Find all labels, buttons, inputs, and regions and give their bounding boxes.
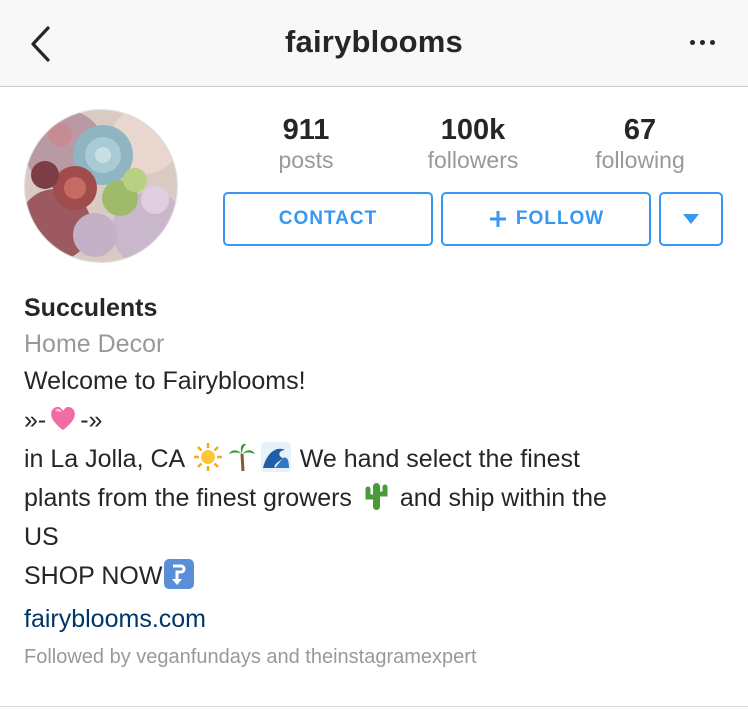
following-count[interactable]: 67 following [560, 114, 720, 174]
arrow-curving-down-icon [164, 559, 195, 589]
profile-bio: Succulents Home Decor Welcome to Fairybl… [24, 290, 724, 673]
succulent-bouquet-image [25, 110, 177, 262]
bio-shop-text: SHOP NOW [24, 562, 163, 590]
contact-button-label: CONTACT [278, 208, 378, 229]
posts-count[interactable]: 911 posts [226, 114, 386, 174]
suggested-accounts-dropdown-button[interactable] [659, 192, 723, 246]
divider-right-text: -» [80, 406, 103, 434]
posts-count-value: 911 [282, 114, 330, 146]
profile-avatar[interactable] [24, 109, 178, 263]
bio-description-line4: US [24, 523, 59, 551]
profile-display-name: Succulents [24, 294, 158, 322]
plus-icon [489, 211, 506, 227]
sun-icon [193, 443, 222, 471]
website-link[interactable]: fairyblooms.com [24, 601, 724, 637]
caret-down-icon [683, 214, 699, 224]
following-count-value: 67 [623, 114, 657, 146]
posts-count-label: posts [278, 147, 334, 173]
more-options-button[interactable] [682, 30, 722, 54]
cactus-icon [365, 483, 388, 510]
top-nav-bar: fairyblooms [0, 0, 748, 87]
pink-heart-icon [51, 406, 76, 430]
bio-shop-line: SHOP NOW [24, 557, 724, 596]
followers-count-value: 100k [440, 114, 506, 146]
wave-icon [260, 442, 291, 472]
bio-description-second-line: plants from the finest growers and ship … [24, 479, 724, 518]
bio-welcome-line: Welcome to Fairyblooms! [24, 367, 306, 395]
bio-location-text: in La Jolla, CA [24, 445, 184, 473]
followed-by-text[interactable]: Followed by veganfundays and theinstagra… [24, 641, 724, 673]
divider-left-text: »- [24, 406, 47, 434]
bio-description-line2: plants from the finest growers [24, 484, 352, 512]
bio-description: in La Jolla, CA We hand select the fines… [24, 440, 724, 479]
follow-button-label: FOLLOW [515, 208, 605, 229]
more-dot [709, 39, 715, 45]
contact-button[interactable]: CONTACT [223, 192, 433, 246]
more-dot [699, 39, 705, 45]
following-count-label: following [595, 147, 685, 173]
bio-description-line1: We hand select the finest [299, 445, 580, 473]
followers-count-label: followers [427, 147, 519, 173]
profile-username-title: fairyblooms [285, 24, 463, 59]
section-divider [0, 706, 748, 707]
profile-category: Home Decor [24, 330, 165, 358]
bio-divider-line: »- -» [24, 401, 724, 440]
followers-count[interactable]: 100k followers [393, 114, 553, 174]
palm-tree-icon [228, 443, 255, 472]
follow-button[interactable]: FOLLOW [441, 192, 651, 246]
more-horizontal-icon [689, 39, 695, 45]
bio-description-line3: and ship within the [399, 484, 607, 512]
